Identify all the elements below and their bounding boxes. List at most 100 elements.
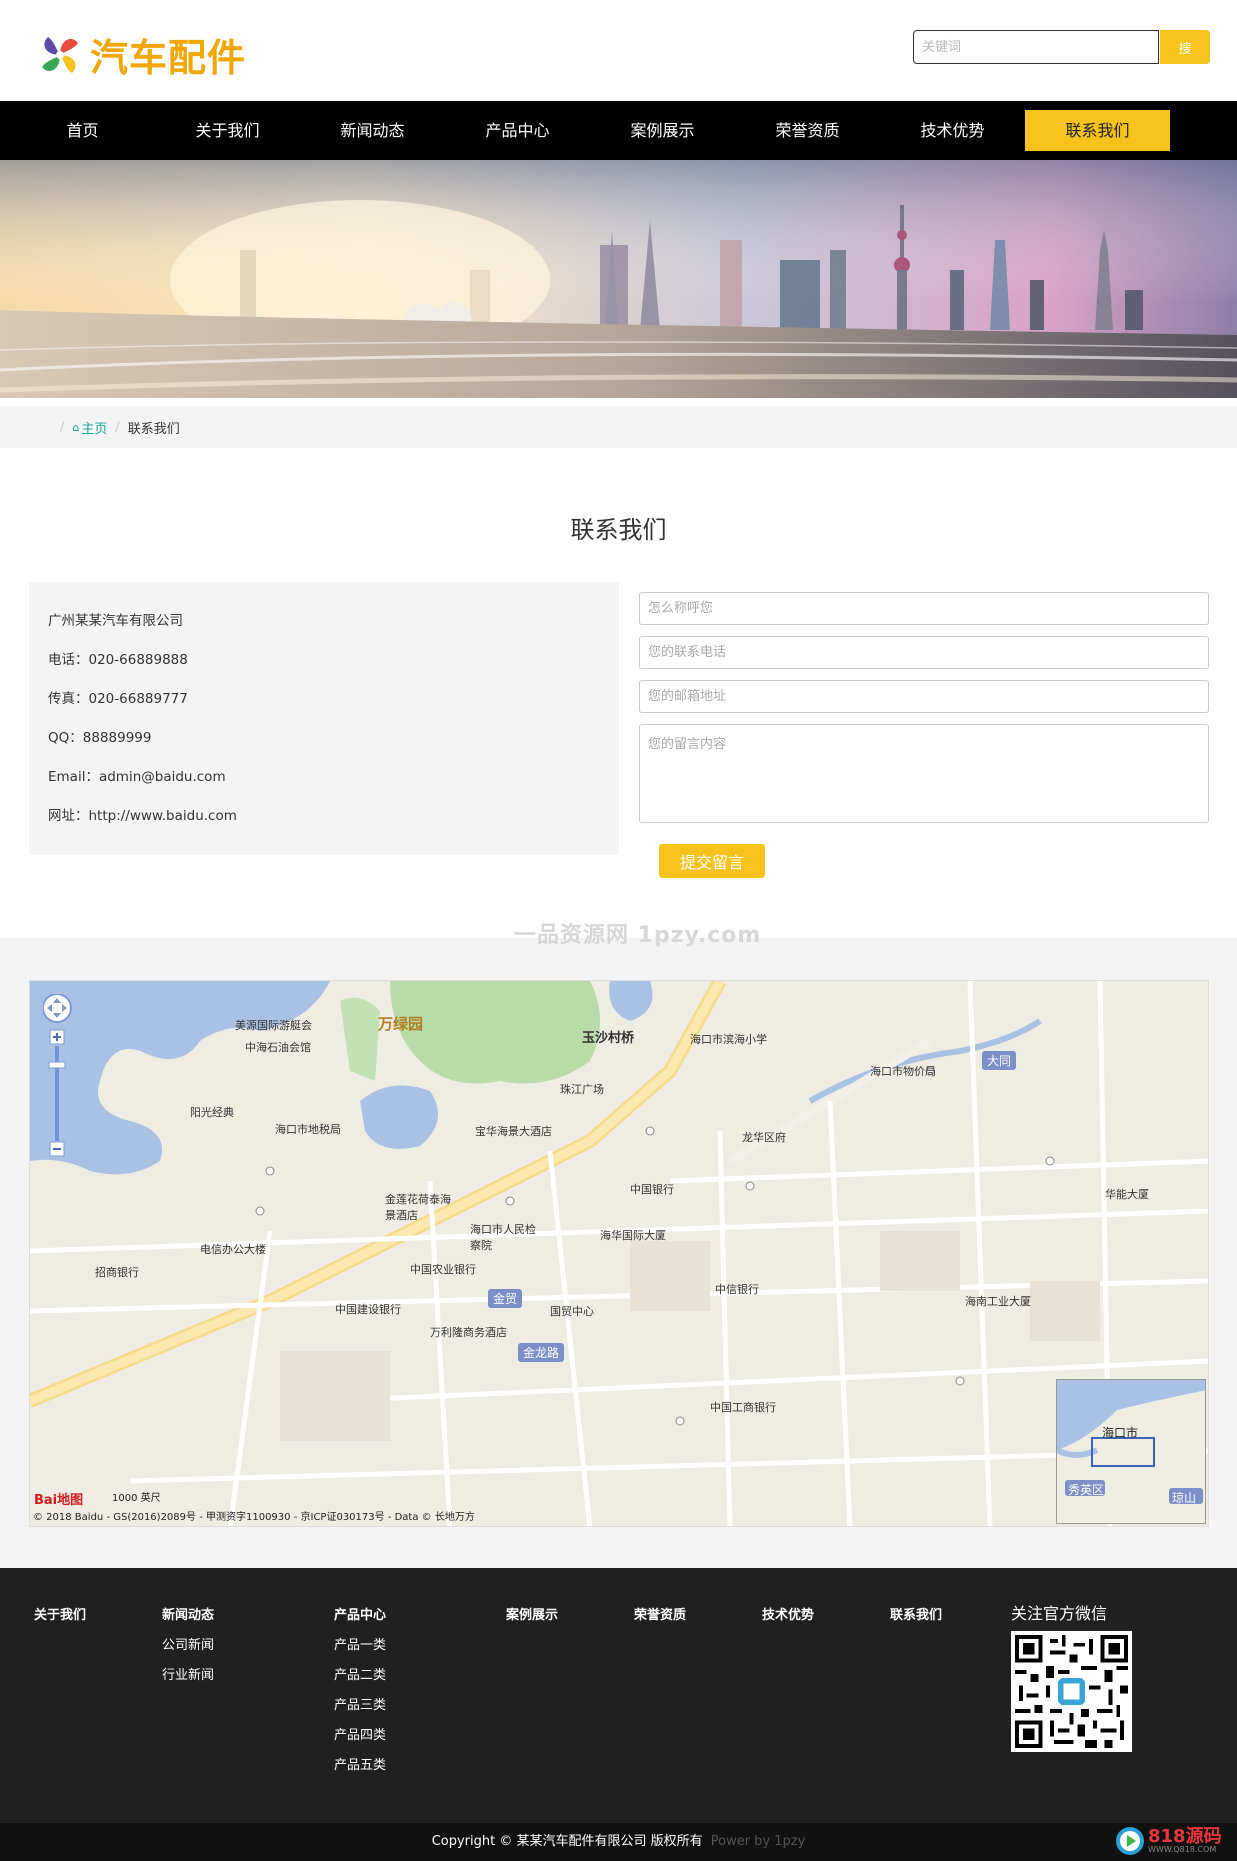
wechat-title: 关注官方微信 <box>1011 1604 1108 1623</box>
site-logo[interactable]: 汽车配件 <box>34 27 246 82</box>
nav-item-cases[interactable]: 案例展示 <box>590 110 735 151</box>
footer-link[interactable]: 产品三类 <box>334 1694 386 1724</box>
contact-qq: QQ：88889999 <box>48 730 152 746</box>
message-field[interactable] <box>639 724 1209 823</box>
nav-item-contact[interactable]: 联系我们 <box>1025 110 1170 151</box>
footer-col-about: 关于我们 <box>34 1604 86 1634</box>
map-label-zhongguo-jianshe: 中国建设银行 <box>335 1303 401 1316</box>
overview-label-xiuying: 秀英区 <box>1068 1483 1105 1497</box>
map-label-zhongguo-nongye: 中国农业银行 <box>410 1263 476 1276</box>
footer-heading[interactable]: 技术优势 <box>762 1604 814 1634</box>
footer-heading[interactable]: 荣誉资质 <box>634 1604 686 1634</box>
map-label-wanlvyuan: 万绿园 <box>378 1015 424 1033</box>
map-label-meiyuan: 美源国际游艇会 <box>235 1019 312 1032</box>
breadcrumb-separator: / <box>60 419 65 435</box>
city-skyline-banner <box>0 160 1237 398</box>
map-label-zhaoshang: 招商银行 <box>95 1266 139 1279</box>
copyright-bar: Copyright © 某某汽车配件有限公司 版权所有 Power by 1pz… <box>0 1823 1237 1861</box>
map-label-shiyanxiaoxue: 海口市滨海小学 <box>690 1033 767 1046</box>
map-label-dianxin: 电信办公大楼 <box>200 1243 266 1256</box>
overview-label-qiongshan: 琼山 <box>1172 1491 1197 1505</box>
breadcrumb: / ⌂ 主页 / 联系我们 <box>0 406 1237 448</box>
map-label-yangguang: 阳光经典 <box>190 1106 234 1119</box>
map-label-zhongguo-yinhang: 中国银行 <box>630 1183 674 1196</box>
baidu-map-logo[interactable]: Bai地图 <box>34 1489 83 1508</box>
footer-heading[interactable]: 关于我们 <box>34 1604 86 1634</box>
breadcrumb-current: 联系我们 <box>127 421 180 437</box>
name-field[interactable] <box>639 592 1209 625</box>
map-label-haihua: 海华国际大厦 <box>600 1229 666 1242</box>
footer-col-cases: 案例展示 <box>506 1604 558 1634</box>
logo-text: 汽车配件 <box>90 36 247 80</box>
search-bar: 搜 <box>913 30 1210 64</box>
email-field[interactable] <box>639 680 1209 713</box>
search-button[interactable]: 搜 <box>1160 30 1210 64</box>
corner-brand-name: 818源码 <box>1148 1826 1222 1847</box>
map-scale: 1000 英尺 <box>112 1493 161 1504</box>
footer-heading[interactable]: 新闻动态 <box>162 1604 214 1634</box>
nav-item-honors[interactable]: 荣誉资质 <box>735 110 880 151</box>
watermark-text: 一品资源网 1pzy.com <box>514 923 762 948</box>
footer-link[interactable]: 产品一类 <box>334 1634 386 1664</box>
copyright-text: Copyright © 某某汽车配件有限公司 版权所有 <box>431 1834 703 1849</box>
map-label-wanli: 万利隆商务酒店 <box>430 1326 507 1339</box>
map-label-datong: 大同 <box>982 1051 1017 1070</box>
message-form <box>639 592 1209 839</box>
phone-field[interactable] <box>639 636 1209 669</box>
contact-info-panel: 广州某某汽车有限公司 电话：020-66889888 传真：020-668897… <box>29 582 619 855</box>
breadcrumb-home-link[interactable]: 主页 <box>81 418 107 437</box>
map-label-zhongxin: 中信银行 <box>715 1283 759 1296</box>
map-label-yushacunqiao: 玉沙村桥 <box>582 1031 635 1046</box>
footer-link[interactable]: 产品二类 <box>334 1664 386 1694</box>
map-copyright: © 2018 Baidu - GS(2016)2089号 - 甲测资字11009… <box>33 1512 475 1523</box>
nav-item-about[interactable]: 关于我们 <box>155 110 300 151</box>
map-label-baohua: 宝华海景大酒店 <box>475 1125 552 1138</box>
footer-col-tech: 技术优势 <box>762 1604 814 1634</box>
contact-fax: 传真：020-66889777 <box>48 691 188 707</box>
map-label-haikou-taxi: 海口市地税局 <box>275 1123 341 1136</box>
contact-phone: 电话：020-66889888 <box>48 652 188 668</box>
map-label-jinmao: 金贸 <box>488 1289 523 1308</box>
main-nav: 首页 关于我们 新闻动态 产品中心 案例展示 荣誉资质 技术优势 联系我们 <box>0 101 1237 160</box>
nav-item-news[interactable]: 新闻动态 <box>300 110 445 151</box>
submit-message-button[interactable]: 提交留言 <box>659 844 765 878</box>
map-label-zhonghai: 中海石油会馆 <box>245 1041 311 1054</box>
map-label-jinlonglu: 金龙路 <box>518 1343 565 1362</box>
map-overview-minimap[interactable]: 海口市 秀英区 琼山 <box>1056 1379 1206 1524</box>
footer-link[interactable]: 产品四类 <box>334 1724 386 1754</box>
site-header: 汽车配件 搜 <box>0 0 1237 101</box>
play-logo-icon <box>1116 1827 1144 1855</box>
map-label-jinlian: 金莲花荷泰海景酒店 <box>385 1193 451 1222</box>
footer-col-contact: 联系我们 <box>890 1604 942 1634</box>
footer-heading[interactable]: 产品中心 <box>334 1604 386 1634</box>
map-label-huaneng: 华能大厦 <box>1105 1188 1149 1201</box>
wechat-qr-code <box>1011 1631 1132 1752</box>
footer-col-products: 产品中心 产品一类 产品二类 产品三类 产品四类 产品五类 <box>334 1604 386 1784</box>
overview-label-haikou: 海口市 <box>1102 1426 1139 1440</box>
footer-heading[interactable]: 联系我们 <box>890 1604 942 1634</box>
power-by-link[interactable]: Power by 1pzy <box>711 1834 806 1849</box>
nav-item-products[interactable]: 产品中心 <box>445 110 590 151</box>
footer-link[interactable]: 产品五类 <box>334 1754 386 1784</box>
company-name: 广州某某汽车有限公司 <box>48 613 183 629</box>
footer-link[interactable]: 公司新闻 <box>162 1634 214 1664</box>
site-footer: 关于我们 新闻动态 公司新闻 行业新闻 产品中心 产品一类 产品二类 产品三类 … <box>0 1568 1237 1823</box>
home-icon: ⌂ <box>72 420 80 434</box>
footer-col-honors: 荣誉资质 <box>634 1604 686 1634</box>
map-label-huanan: 海南工业大厦 <box>965 1295 1031 1308</box>
search-input[interactable] <box>913 30 1159 64</box>
map-label-haikou-renmin: 海口市人民检察院 <box>470 1223 536 1252</box>
pinwheel-logo-icon <box>34 29 86 81</box>
footer-heading[interactable]: 案例展示 <box>506 1604 558 1634</box>
map-label-guomao: 国贸中心 <box>550 1305 594 1318</box>
baidu-map[interactable]: 万绿园 玉沙村桥 金贸 金龙路 大同 美源国际游艇会 中海石油会馆 海口市地税局… <box>29 980 1209 1527</box>
map-label-haikou-wujia: 海口市物价局 <box>870 1065 936 1078</box>
corner-brand-logo[interactable]: 818源码 WWW.Q818.COM <box>1115 1822 1235 1860</box>
page-title: 联系我们 <box>570 516 667 544</box>
footer-col-news: 新闻动态 公司新闻 行业新闻 <box>162 1604 214 1694</box>
nav-item-home[interactable]: 首页 <box>10 110 155 151</box>
breadcrumb-separator: / <box>115 419 120 435</box>
footer-link[interactable]: 行业新闻 <box>162 1664 214 1694</box>
map-label-longhua: 龙华区府 <box>742 1131 786 1144</box>
nav-item-tech[interactable]: 技术优势 <box>880 110 1025 151</box>
